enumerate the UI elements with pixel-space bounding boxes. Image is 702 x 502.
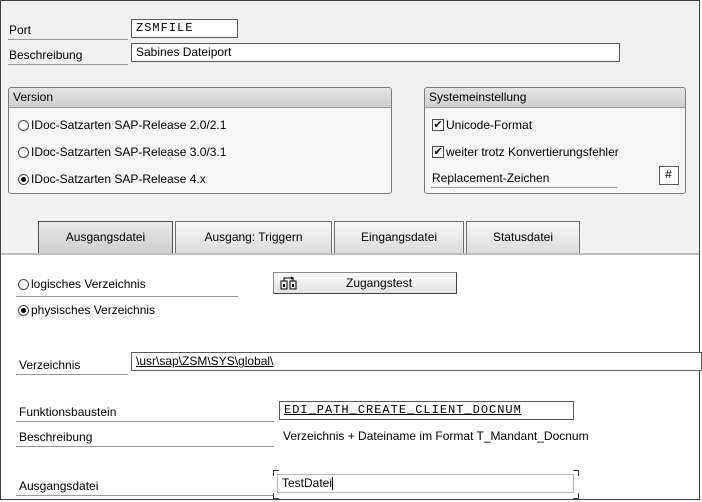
tab-output-file[interactable]: Ausgangsdatei — [38, 221, 173, 253]
replacement-char-label: Replacement-Zeichen — [432, 171, 550, 185]
description-label-underline — [8, 64, 128, 65]
radio-button-selected-icon[interactable] — [18, 304, 29, 316]
version-group-title: Version — [9, 88, 391, 108]
replacement-char-field[interactable]: # — [659, 166, 679, 185]
function-module-field[interactable]: EDI_PATH_CREATE_CLIENT_DOCNUM — [279, 401, 574, 420]
text-cursor — [332, 477, 334, 491]
tab-strip-divider — [1, 253, 699, 255]
logical-directory-underline — [16, 296, 238, 297]
focus-corner-icon — [273, 470, 279, 476]
output-file-field[interactable]: TestDatei — [277, 474, 574, 493]
radio-button-selected-icon[interactable] — [18, 173, 29, 185]
unicode-format-checkbox[interactable]: ✔ Unicode-Format — [432, 114, 532, 136]
output-file-label: Ausgangsdatei — [19, 479, 99, 493]
access-test-button[interactable]: Zugangstest — [273, 272, 457, 294]
version-option-3-0[interactable]: IDoc-Satzarten SAP-Release 3.0/3.1 — [18, 141, 226, 163]
port-label-underline — [8, 39, 128, 40]
unicode-format-label: Unicode-Format — [446, 118, 533, 132]
focus-corner-icon — [573, 493, 579, 499]
access-test-label: Zugangstest — [346, 276, 413, 290]
replacement-label-underline — [431, 187, 617, 188]
function-description-label: Beschreibung — [19, 430, 93, 444]
access-test-icon — [280, 276, 298, 290]
description-field[interactable]: Sabines Dateiport — [131, 43, 620, 62]
focus-corner-icon — [273, 493, 279, 499]
system-settings-title: Systemeinstellung — [425, 88, 685, 108]
version-option-label: IDoc-Satzarten SAP-Release 3.0/3.1 — [31, 145, 227, 159]
logical-directory-label: logisches Verzeichnis — [31, 277, 146, 291]
directory-field[interactable]: \usr\sap\ZSM\SYS\global\ — [131, 352, 702, 371]
function-description-text: Verzeichnis + Dateiname im Format T_Mand… — [283, 429, 589, 443]
radio-button-icon[interactable] — [18, 278, 29, 290]
directory-label-underline — [16, 374, 128, 375]
version-option-2-0[interactable]: IDoc-Satzarten SAP-Release 2.0/2.1 — [18, 114, 226, 136]
tab-input-file[interactable]: Eingangsdatei — [334, 221, 464, 253]
checkmark-icon[interactable]: ✔ — [432, 146, 444, 158]
port-label: Port — [9, 23, 32, 37]
logical-directory-option[interactable]: logisches Verzeichnis — [18, 273, 146, 295]
radio-button-icon[interactable] — [18, 119, 29, 131]
version-option-label: IDoc-Satzarten SAP-Release 4.x — [31, 172, 206, 186]
function-module-underline — [16, 421, 274, 422]
continue-despite-errors-label: weiter trotz Konvertierungsfehler — [446, 145, 619, 159]
function-description-underline — [16, 446, 274, 447]
tab-status-file[interactable]: Statusdatei — [466, 221, 580, 253]
version-option-4-x[interactable]: IDoc-Satzarten SAP-Release 4.x — [18, 168, 206, 190]
output-file-value: TestDatei — [282, 476, 333, 490]
port-field[interactable]: ZSMFILE — [131, 19, 238, 38]
description-label: Beschreibung — [9, 48, 83, 62]
radio-button-icon[interactable] — [18, 146, 29, 158]
checkmark-icon[interactable]: ✔ — [432, 119, 444, 131]
output-file-underline — [16, 495, 274, 496]
function-module-label: Funktionsbaustein — [19, 405, 117, 419]
continue-despite-errors-checkbox[interactable]: ✔ weiter trotz Konvertierungsfehler — [432, 141, 619, 163]
focus-corner-icon — [573, 470, 579, 476]
directory-label: Verzeichnis — [19, 358, 81, 372]
physical-directory-label: physisches Verzeichnis — [31, 303, 156, 317]
physical-directory-option[interactable]: physisches Verzeichnis — [18, 299, 155, 321]
tab-output-trigger[interactable]: Ausgang: Triggern — [175, 221, 332, 253]
version-option-label: IDoc-Satzarten SAP-Release 2.0/2.1 — [31, 118, 227, 132]
